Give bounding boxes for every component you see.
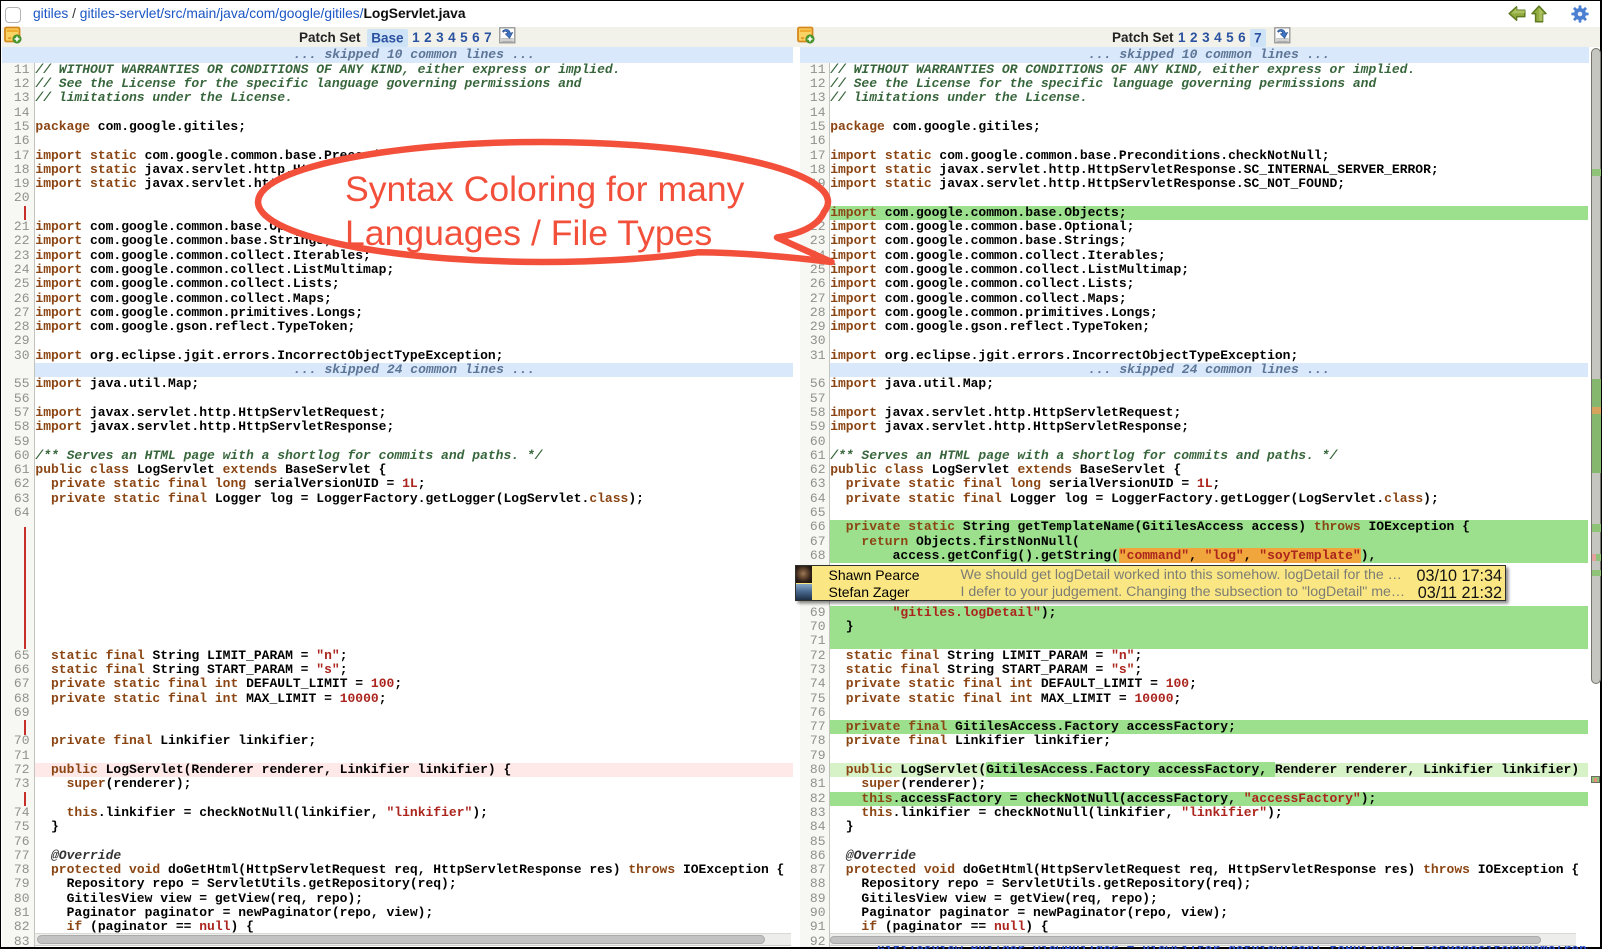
svg-text:Languages / File Types: Languages / File Types: [345, 213, 712, 253]
svg-text:Syntax Coloring for many: Syntax Coloring for many: [345, 169, 745, 209]
